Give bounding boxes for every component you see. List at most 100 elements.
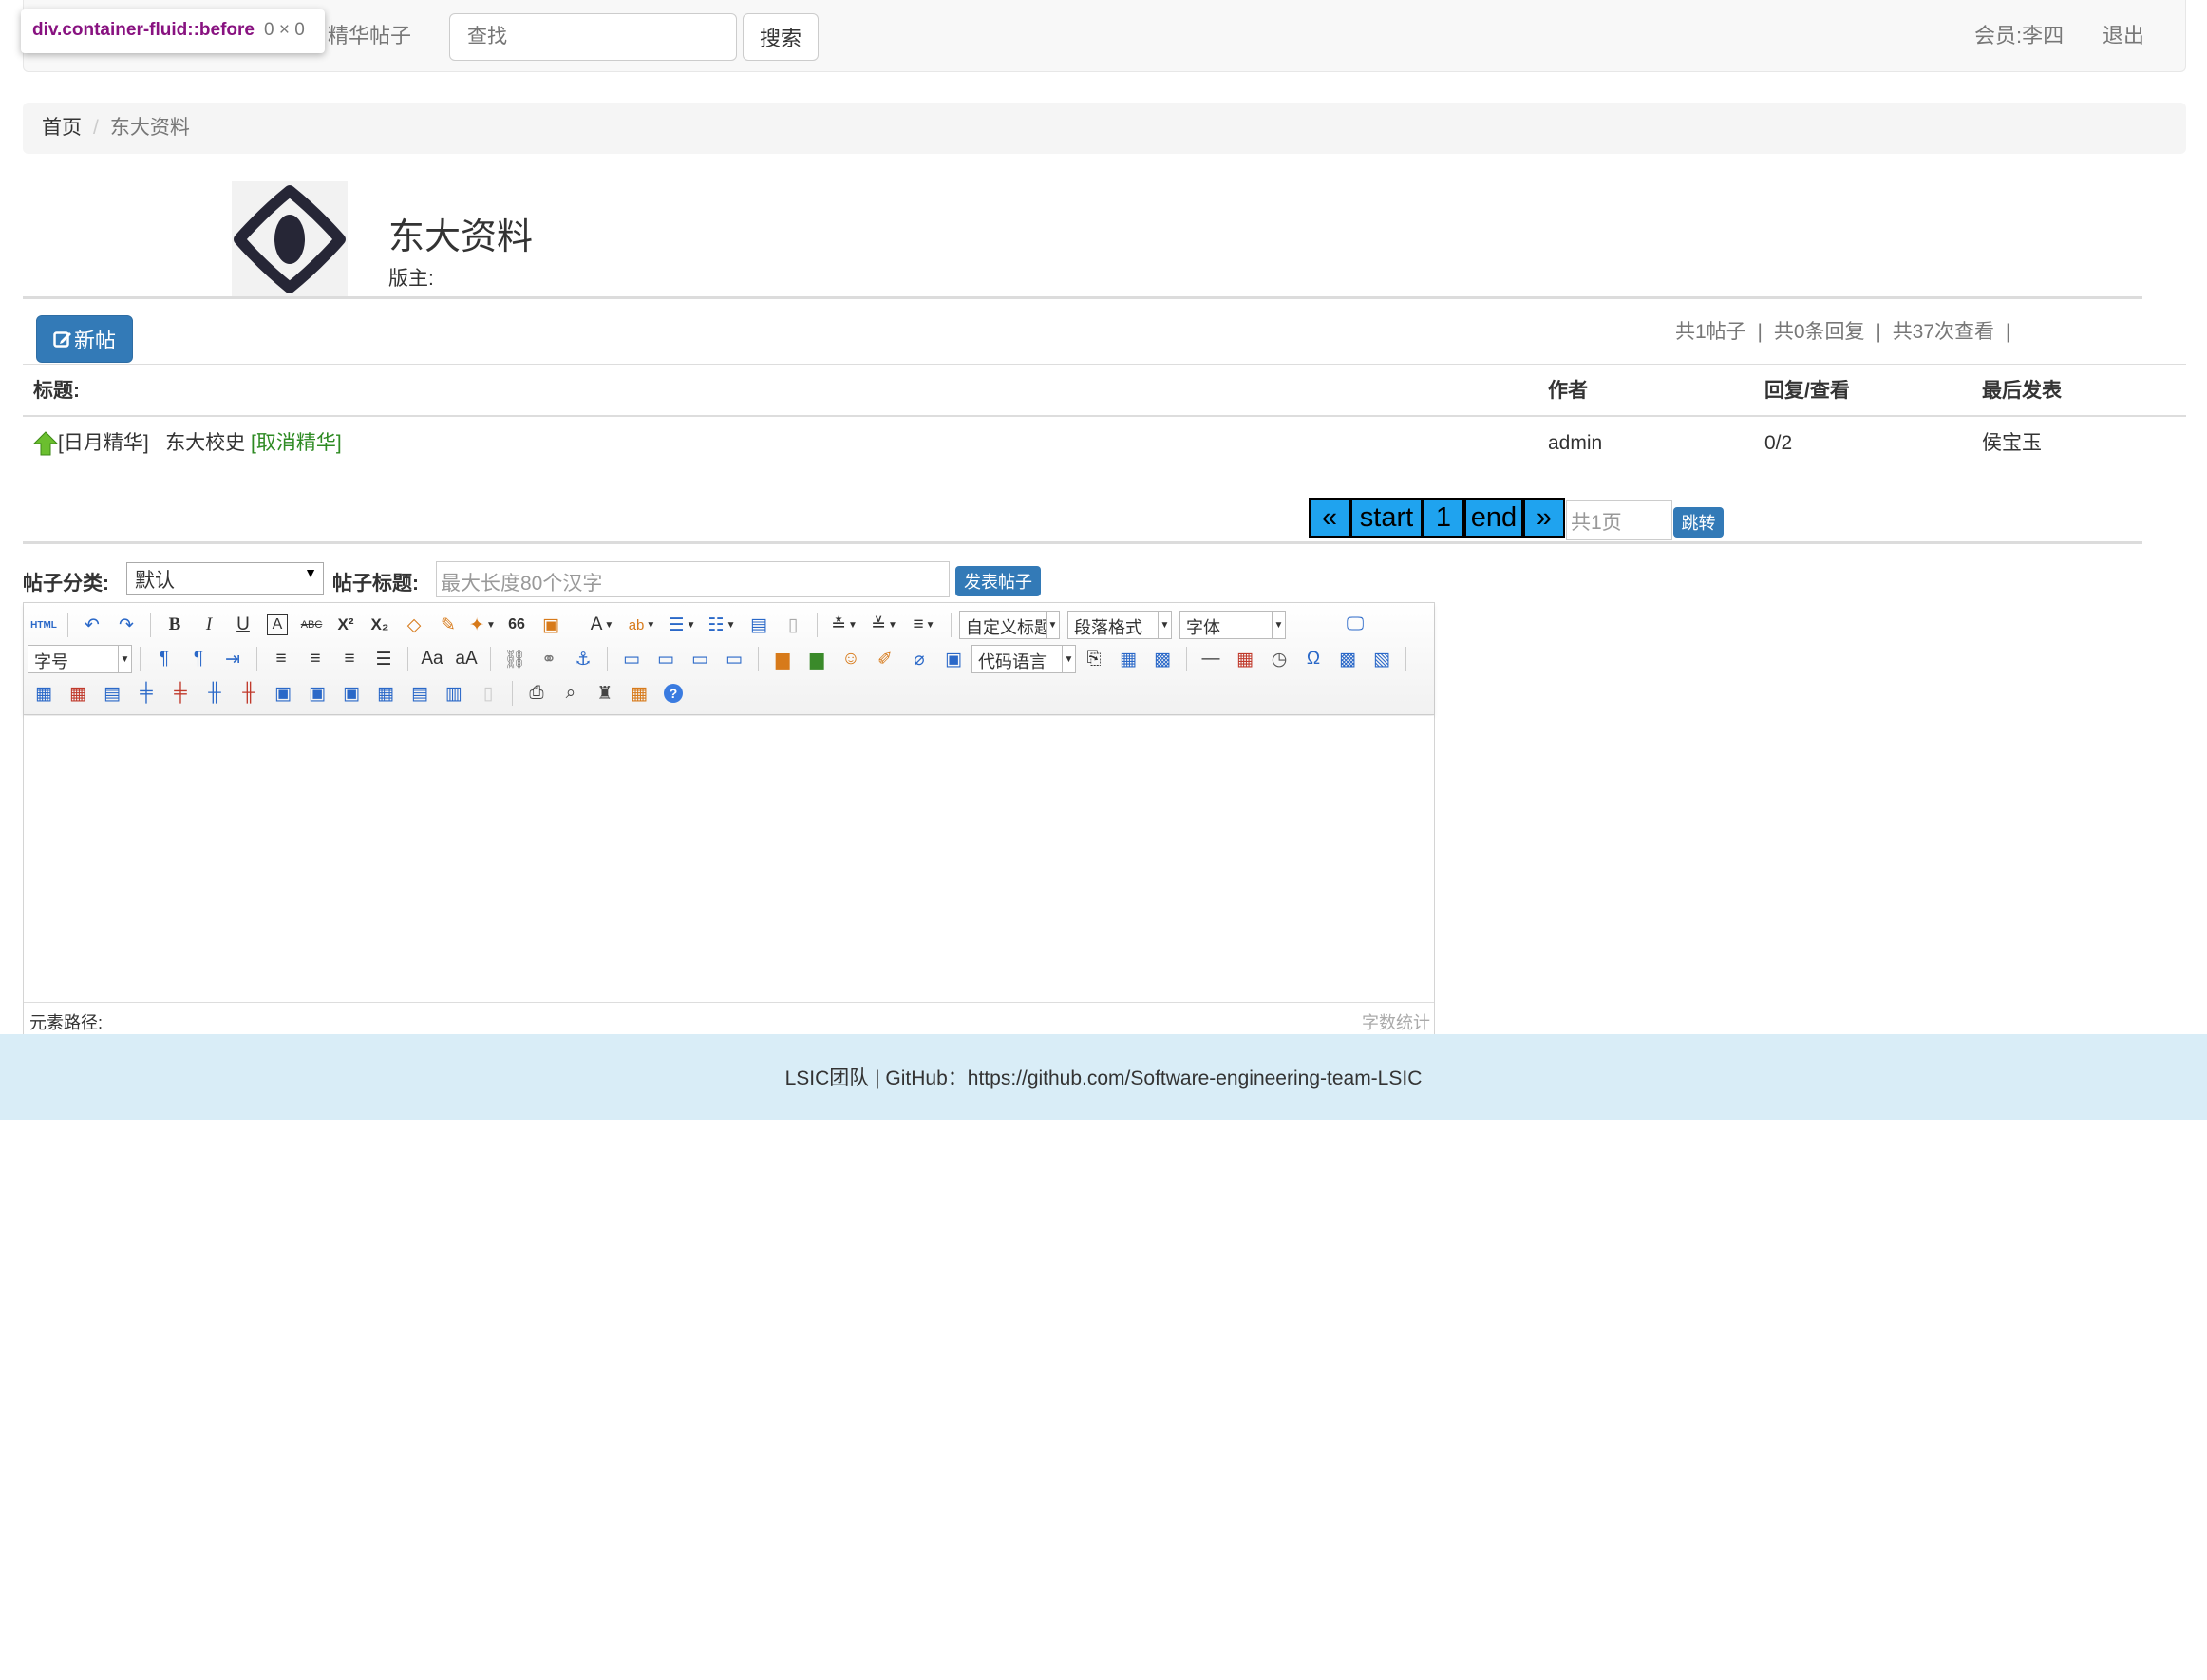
page-jump-input[interactable]: 共1页 — [1566, 500, 1672, 540]
category-select[interactable]: 默认 ▼ — [126, 562, 324, 595]
search-input[interactable] — [449, 13, 737, 61]
select-all-icon[interactable]: ▤ — [743, 611, 775, 639]
draft-icon[interactable]: ▦ — [623, 679, 655, 708]
print-icon[interactable]: ⎙ — [520, 679, 553, 708]
ltr-icon[interactable]: ¶ — [148, 645, 180, 673]
subscript-icon[interactable]: X₂ — [364, 611, 396, 639]
unordered-list-icon[interactable]: ☷ ▼ — [703, 611, 741, 639]
logout-link[interactable]: 退出 — [2103, 0, 2144, 72]
strikethrough-icon[interactable]: ABC — [295, 611, 328, 639]
scrawl-icon[interactable]: ✐ — [869, 645, 901, 673]
emotion-icon[interactable]: ☺ — [835, 645, 867, 673]
font-border-icon[interactable]: A — [267, 614, 288, 635]
fullscreen-icon[interactable]: 🖵 — [1339, 611, 1371, 639]
link-icon[interactable]: ⛓ — [499, 645, 531, 673]
align-right-icon[interactable]: ≡ — [333, 645, 366, 673]
indent-icon[interactable]: ⇥ — [217, 645, 249, 673]
ordered-list-icon[interactable]: ☰ ▼ — [663, 611, 701, 639]
cancel-featured-link[interactable]: [取消精华] — [251, 432, 342, 454]
align-center-icon[interactable]: ≡ — [299, 645, 331, 673]
uppercase-icon[interactable]: Aa — [416, 645, 448, 673]
merge-right-icon[interactable]: ▣ — [301, 679, 333, 708]
map-icon[interactable]: ▣ — [937, 645, 970, 673]
line-height-icon[interactable]: ≡ ▼ — [905, 611, 943, 639]
horizontal-rule-icon[interactable]: — — [1195, 645, 1227, 673]
delete-table-icon[interactable]: ▦ — [62, 679, 94, 708]
italic-icon[interactable]: I — [193, 611, 225, 639]
help-icon[interactable]: ? — [657, 679, 689, 708]
page-1-button[interactable]: 1 — [1423, 498, 1464, 538]
paragraph-format-combo[interactable]: 段落格式 ▼ — [1067, 611, 1172, 639]
search-button[interactable]: 搜索 — [743, 13, 819, 61]
code-language-combo[interactable]: 代码语言 ▼ — [971, 645, 1076, 673]
insert-table-icon[interactable]: ▦ — [28, 679, 60, 708]
find-icon[interactable]: ♜ — [589, 679, 621, 708]
row-spacing-bottom-icon[interactable]: ≚ ▼ — [865, 611, 903, 639]
font-family-combo[interactable]: 字体 ▼ — [1179, 611, 1286, 639]
search-replace-icon[interactable]: ▧ — [1366, 645, 1398, 673]
post-title-input[interactable]: 最大长度80个汉字 — [436, 561, 950, 597]
page-break-icon[interactable]: ⎘ — [1078, 645, 1110, 673]
editor-content-area[interactable] — [24, 716, 1434, 1001]
undo-icon[interactable]: ↶ — [76, 611, 108, 639]
insert-paragraph-before-table-icon[interactable]: ▤ — [96, 679, 128, 708]
delete-row-icon[interactable]: ╪ — [164, 679, 197, 708]
page-jump-button[interactable]: 跳转 — [1673, 507, 1724, 538]
post-title-link[interactable]: 东大校史 — [165, 432, 245, 454]
unlink-icon[interactable]: ⚭ — [533, 645, 565, 673]
preview-icon[interactable]: ⌕ — [555, 679, 587, 708]
charts-icon[interactable]: ▯ — [472, 679, 504, 708]
merge-cells-icon[interactable]: ▣ — [267, 679, 299, 708]
delete-col-icon[interactable]: ╫ — [233, 679, 265, 708]
insert-col-icon[interactable]: ╫ — [198, 679, 231, 708]
split-to-rows-icon[interactable]: ▤ — [404, 679, 436, 708]
blockquote-icon[interactable]: 66 — [500, 611, 533, 639]
new-post-button[interactable]: 新帖 — [36, 315, 133, 363]
insert-row-icon[interactable]: ╪ — [130, 679, 162, 708]
image-center-icon[interactable]: ▭ — [718, 645, 750, 673]
html-source-icon[interactable]: HTML — [28, 611, 60, 639]
featured-posts-link[interactable]: 精华帖子 — [328, 0, 411, 72]
split-to-cols-icon[interactable]: ▥ — [438, 679, 470, 708]
rtl-icon[interactable]: ¶ — [182, 645, 215, 673]
image-right-icon[interactable]: ▭ — [684, 645, 716, 673]
custom-title-combo[interactable]: 自定义标题 ▼ — [959, 611, 1060, 639]
font-color-icon[interactable]: A ▼ — [583, 611, 621, 639]
split-to-cells-icon[interactable]: ▦ — [369, 679, 402, 708]
time-icon[interactable]: ◷ — [1263, 645, 1295, 673]
font-size-combo[interactable]: 字号 ▼ — [28, 645, 132, 673]
attachment-icon[interactable]: ⌀ — [903, 645, 935, 673]
background-color-icon[interactable]: ab ▼ — [623, 611, 661, 639]
superscript-icon[interactable]: X² — [330, 611, 362, 639]
merge-down-icon[interactable]: ▣ — [335, 679, 368, 708]
paste-text-icon[interactable]: ▣ — [535, 611, 567, 639]
publish-post-button[interactable]: 发表帖子 — [955, 566, 1041, 596]
next-page-button[interactable]: » — [1523, 498, 1565, 538]
member-label[interactable]: 会员:李四 — [1974, 0, 2064, 72]
special-chars-icon[interactable]: Ω — [1297, 645, 1330, 673]
eraser-icon[interactable]: ◇ — [398, 611, 430, 639]
align-left-icon[interactable]: ≡ — [265, 645, 297, 673]
prev-page-button[interactable]: « — [1309, 498, 1350, 538]
breadcrumb-home[interactable]: 首页 — [42, 117, 82, 139]
end-page-button[interactable]: end — [1464, 498, 1523, 538]
insert-image-icon[interactable]: ▆ — [801, 645, 833, 673]
underline-icon[interactable]: U — [227, 611, 259, 639]
lowercase-icon[interactable]: aA — [450, 645, 482, 673]
start-page-button[interactable]: start — [1350, 498, 1423, 538]
simple-upload-icon[interactable]: ▆ — [766, 645, 799, 673]
wordimage-icon[interactable]: ▩ — [1331, 645, 1364, 673]
date-icon[interactable]: ▦ — [1229, 645, 1261, 673]
bold-icon[interactable]: B — [159, 611, 191, 639]
row-spacing-top-icon[interactable]: ≛ ▼ — [825, 611, 863, 639]
anchor-icon[interactable]: ⚓ — [567, 645, 599, 673]
template-icon[interactable]: ▦ — [1112, 645, 1144, 673]
redo-icon[interactable]: ↷ — [110, 611, 142, 639]
align-justify-icon[interactable]: ☰ — [368, 645, 400, 673]
auto-format-icon[interactable]: ✦ ▼ — [466, 611, 499, 639]
image-none-icon[interactable]: ▭ — [615, 645, 648, 673]
background-icon[interactable]: ▩ — [1146, 645, 1179, 673]
clear-doc-icon[interactable]: ▯ — [777, 611, 809, 639]
image-left-icon[interactable]: ▭ — [650, 645, 682, 673]
format-brush-icon[interactable]: ✎ — [432, 611, 464, 639]
